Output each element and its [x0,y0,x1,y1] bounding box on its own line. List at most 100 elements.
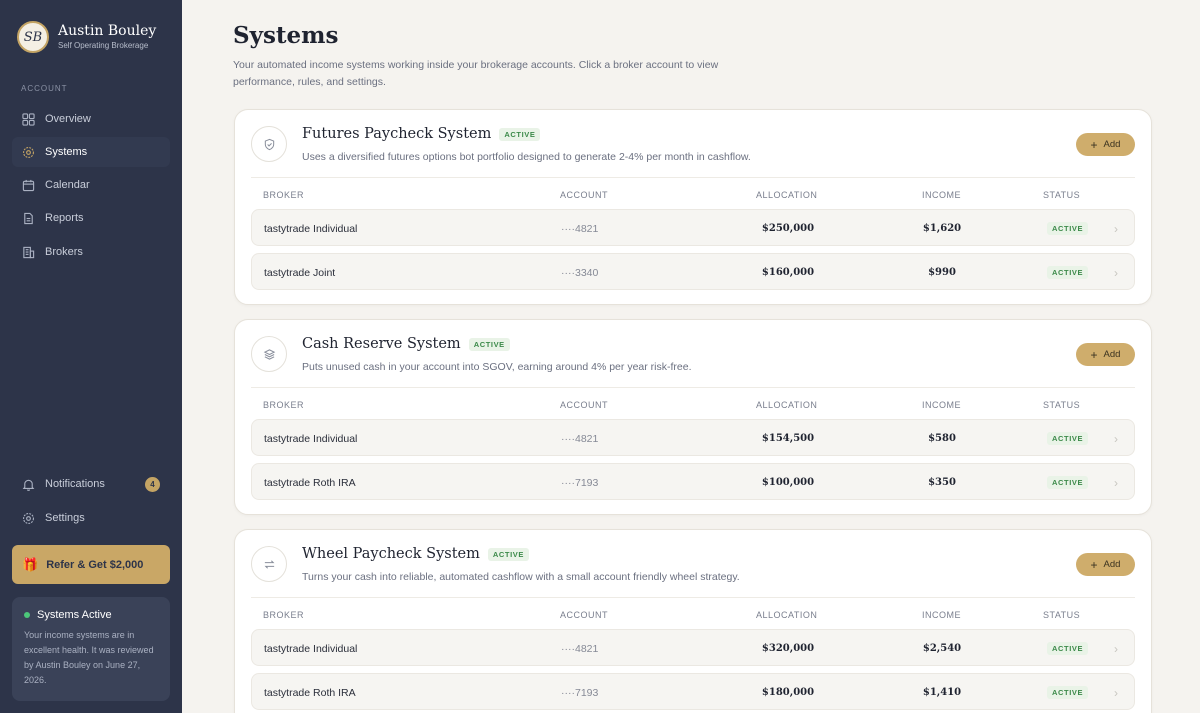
sidebar-item-calendar[interactable]: Calendar [12,170,170,200]
column-header-broker: BROKER [263,190,305,200]
income-value: $580 [928,433,956,444]
table-header: BROKER ACCOUNT ALLOCATION INCOME STATUS [251,400,1135,412]
system-card-futures-paycheck: Futures Paycheck System ACTIVE Uses a di… [234,109,1152,305]
table-row[interactable]: tastytrade Roth IRA ····7193 $180,000 $1… [251,673,1135,710]
column-header-income: INCOME [922,610,961,620]
status-badge: ACTIVE [1047,222,1089,235]
gear-icon [22,512,35,525]
status-badge: ACTIVE [1047,476,1089,489]
status-badge: ACTIVE [1047,642,1089,655]
sidebar-item-label: Brokers [45,246,83,258]
gift-icon: 🎁 [22,556,39,572]
brand-subtitle: Self Operating Brokerage [58,41,149,50]
system-description: Turns your cash into reliable, automated… [302,571,740,583]
allocation-value: $160,000 [761,267,815,278]
chevron-right-icon: › [1114,265,1118,280]
sidebar-item-label: Calendar [45,179,90,191]
table-row[interactable]: tastytrade Roth IRA ····7193 $100,000 $3… [251,463,1135,500]
grid-icon [22,112,35,126]
table-row[interactable]: tastytrade Joint ····3340 $160,000 $990 … [251,253,1135,290]
bell-icon [22,478,35,491]
system-title: Cash Reserve System [302,336,461,352]
broker-name: tastytrade Roth IRA [264,476,356,489]
system-description: Puts unused cash in your account into SG… [302,361,692,373]
system-title: Futures Paycheck System [302,126,492,142]
column-header-account: ACCOUNT [560,610,608,620]
column-header-income: INCOME [922,190,961,200]
add-button[interactable]: + Add [1076,553,1135,576]
account-number: ····4821 [561,642,599,655]
allocation-value: $250,000 [761,223,815,234]
column-header-account: ACCOUNT [560,190,608,200]
account-number: ····4821 [561,222,599,235]
status-badge: ACTIVE [487,547,529,561]
chevron-right-icon: › [1114,685,1118,700]
income-value: $1,410 [922,687,962,698]
nav-section-label: ACCOUNT [21,84,68,93]
refer-button[interactable]: 🎁 Refer & Get $2,000 [12,545,170,584]
account-number: ····3340 [561,266,599,279]
chevron-right-icon: › [1114,431,1118,446]
sidebar-item-systems[interactable]: Systems [12,137,170,167]
sidebar-item-settings[interactable]: Settings [12,503,170,533]
plus-icon: + [1090,137,1098,152]
brand-name: Austin Bouley [58,23,157,39]
document-icon [22,212,35,225]
system-card-cash-reserve: Cash Reserve System ACTIVE Puts unused c… [234,319,1152,515]
table-row[interactable]: tastytrade Individual ····4821 $154,500 … [251,419,1135,456]
swap-arrows-icon [251,546,287,582]
column-header-income: INCOME [922,400,961,410]
table-row[interactable]: tastytrade Individual ····4821 $250,000 … [251,209,1135,246]
table-row[interactable]: tastytrade Individual ····4821 $320,000 … [251,629,1135,666]
sidebar-item-brokers[interactable]: Brokers [12,237,170,267]
income-value: $350 [928,477,956,488]
sidebar-item-notifications[interactable]: Notifications 4 [12,469,170,499]
column-header-allocation: ALLOCATION [756,400,818,410]
broker-name: tastytrade Roth IRA [264,686,356,699]
add-label: Add [1103,349,1121,360]
status-badge: ACTIVE [499,127,541,141]
add-button[interactable]: + Add [1076,133,1135,156]
add-label: Add [1103,559,1121,570]
system-card-wheel-paycheck: Wheel Paycheck System ACTIVE Turns your … [234,529,1152,713]
status-badge: ACTIVE [468,337,510,351]
allocation-value: $100,000 [761,477,815,488]
account-number: ····7193 [561,476,599,489]
sidebar-item-label: Systems [45,146,88,158]
sidebar-item-label: Overview [45,113,91,125]
status-title: Systems Active [37,609,112,621]
sidebar-item-label: Reports [45,212,84,224]
sidebar-item-overview[interactable]: Overview [12,104,170,134]
notification-count-badge: 4 [145,476,160,492]
status-body: Your income systems are in excellent hea… [24,630,154,685]
status-badge: ACTIVE [1047,686,1089,699]
divider [251,387,1135,388]
income-value: $1,620 [922,223,962,234]
column-header-status: STATUS [1043,190,1081,200]
column-header-broker: BROKER [263,610,305,620]
column-header-allocation: ALLOCATION [756,190,818,200]
account-number: ····7193 [561,686,599,699]
add-label: Add [1103,139,1121,150]
brand[interactable]: SB Austin Bouley Self Operating Brokerag… [17,21,156,53]
divider [251,177,1135,178]
layers-icon [251,336,287,372]
divider [251,597,1135,598]
sidebar-item-reports[interactable]: Reports [12,203,170,233]
brand-logo: SB [17,21,49,53]
column-header-account: ACCOUNT [560,400,608,410]
add-button[interactable]: + Add [1076,343,1135,366]
allocation-value: $320,000 [761,643,815,654]
table-header: BROKER ACCOUNT ALLOCATION INCOME STATUS [251,190,1135,202]
building-icon [22,246,35,259]
sidebar: SB Austin Bouley Self Operating Brokerag… [0,0,182,713]
chevron-right-icon: › [1114,221,1118,236]
broker-name: tastytrade Individual [264,432,358,445]
main-content: Systems Your automated income systems wo… [182,0,1200,713]
page-description: Your automated income systems working in… [233,59,719,88]
calendar-icon [22,179,35,192]
broker-name: tastytrade Individual [264,222,358,235]
column-header-broker: BROKER [263,400,305,410]
page-title: Systems [233,22,339,49]
column-header-status: STATUS [1043,610,1081,620]
